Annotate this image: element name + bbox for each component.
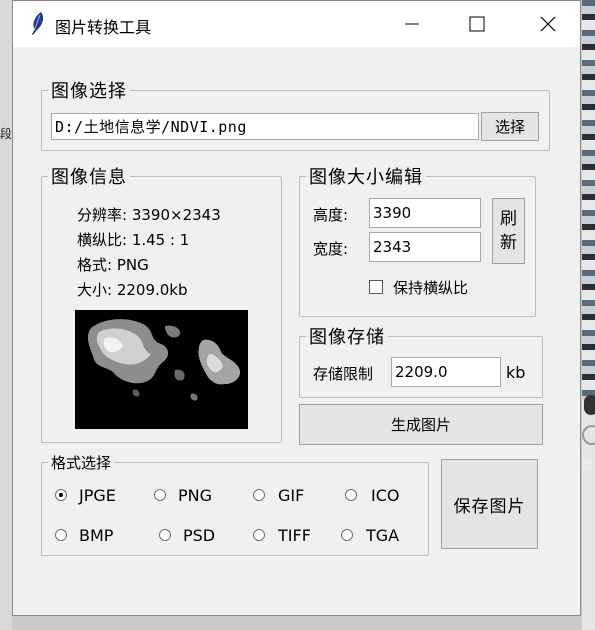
width-input[interactable]: 2343 [369, 232, 481, 262]
feather-icon [32, 12, 44, 35]
minimize-button[interactable] [389, 1, 435, 47]
background-text-left: 段 [0, 127, 13, 141]
background-knob [584, 395, 595, 415]
radio-tga[interactable] [341, 529, 353, 541]
storage-limit-input[interactable]: 2209.0 [391, 357, 501, 387]
maximize-button[interactable] [454, 1, 500, 47]
radio-jpge[interactable] [55, 489, 67, 501]
keep-ratio-checkbox[interactable] [369, 280, 383, 294]
close-button[interactable] [525, 1, 571, 47]
background-desktop-left: 段 [0, 0, 12, 630]
window-title: 图片转换工具 [55, 18, 152, 37]
app-window: 图片转换工具 图像选择 D:/土地信息学/NDVI.png 选择 图像信息 分辨… [12, 0, 581, 616]
format-text: 格式: PNG [77, 256, 149, 274]
radio-gif[interactable] [253, 489, 265, 501]
generate-button[interactable]: 生成图片 [299, 404, 543, 445]
size-edit-legend: 图像大小编辑 [309, 167, 423, 188]
aspect-ratio-text: 横纵比: 1.45 : 1 [77, 231, 190, 249]
radio-label-tga[interactable]: TGA [366, 526, 399, 545]
background-image-strip [582, 0, 595, 400]
background-desktop-right: 五 [582, 0, 595, 630]
select-button[interactable]: 选择 [481, 112, 539, 141]
radio-label-tiff[interactable]: TIFF [278, 526, 311, 545]
size-text: 大小: 2209.0kb [77, 281, 188, 299]
save-button[interactable]: 保存图片 [441, 459, 538, 549]
maximize-icon [469, 16, 485, 32]
radio-label-psd[interactable]: PSD [183, 526, 215, 545]
radio-psd[interactable] [159, 529, 171, 541]
height-label: 高度: [313, 206, 349, 224]
background-ring [582, 425, 595, 445]
minimize-icon [405, 23, 419, 25]
radio-tiff[interactable] [253, 529, 265, 541]
radio-label-gif[interactable]: GIF [278, 486, 304, 505]
storage-unit: kb [506, 363, 526, 382]
refresh-label-top: 刷 [500, 209, 517, 229]
image-info-legend: 图像信息 [51, 167, 127, 188]
width-label: 宽度: [313, 240, 349, 258]
radio-bmp[interactable] [55, 529, 67, 541]
refresh-label-bottom: 新 [500, 233, 517, 253]
radio-ico[interactable] [345, 489, 357, 501]
height-input[interactable]: 3390 [369, 198, 481, 228]
radio-label-png[interactable]: PNG [178, 486, 212, 505]
image-select-legend: 图像选择 [51, 81, 127, 102]
radio-label-bmp[interactable]: BMP [79, 526, 113, 545]
path-input[interactable]: D:/土地信息学/NDVI.png [51, 113, 479, 140]
storage-limit-label: 存储限制 [313, 365, 374, 383]
radio-png[interactable] [154, 489, 166, 501]
background-text-right: 五 [582, 457, 595, 471]
title-bar[interactable]: 图片转换工具 [13, 1, 580, 47]
storage-legend: 图像存储 [309, 327, 385, 348]
image-preview [75, 310, 248, 429]
radio-label-ico[interactable]: ICO [371, 486, 399, 505]
format-select-legend: 格式选择 [51, 454, 112, 472]
close-icon [540, 16, 556, 32]
keep-ratio-label: 保持横纵比 [393, 279, 469, 297]
resolution-text: 分辨率: 3390×2343 [77, 206, 221, 224]
refresh-button[interactable]: 刷 新 [492, 198, 525, 264]
radio-label-jpge[interactable]: JPGE [79, 486, 116, 505]
